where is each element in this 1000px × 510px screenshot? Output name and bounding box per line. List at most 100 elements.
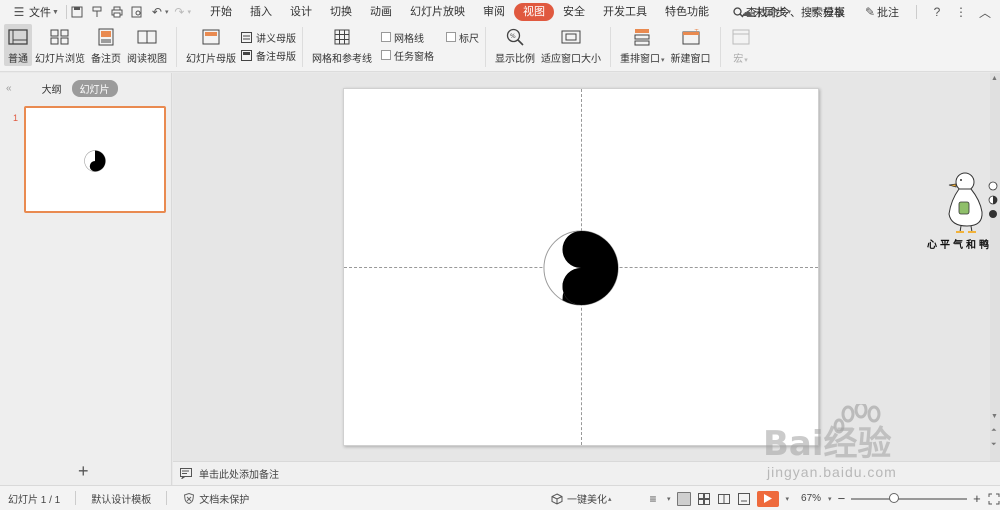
zoom-in-button[interactable]: + xyxy=(973,491,981,506)
sync-button[interactable]: ☁ 未同步 ▾ xyxy=(735,2,795,22)
share-button[interactable]: ⇱ 分享 xyxy=(805,2,849,22)
scroll-up-icon[interactable]: ▲ xyxy=(991,75,998,82)
tab-insert[interactable]: 插入 xyxy=(241,3,281,21)
macro-button[interactable]: 宏▾ xyxy=(727,24,755,66)
zoom-slider-knob[interactable] xyxy=(889,492,900,503)
chevron-down-icon[interactable]: ▾ xyxy=(828,495,832,503)
chevron-down-icon[interactable]: ▾ xyxy=(165,8,169,16)
comment-label: 批注 xyxy=(877,7,899,19)
notes-page-button[interactable]: 备注页 xyxy=(88,24,124,66)
grid-guides-button[interactable]: 网格和参考线 xyxy=(309,24,375,66)
fit-window-button[interactable]: 适应窗口大小 xyxy=(538,24,604,66)
task-pane-label: 任务窗格 xyxy=(394,51,434,63)
redo-icon[interactable]: ↷ xyxy=(172,5,186,19)
print-preview-icon[interactable] xyxy=(130,5,144,19)
baidu-brand-text: Bai经验 xyxy=(763,424,892,464)
play-icon xyxy=(763,494,772,503)
scroll-down-icon[interactable]: ▼ xyxy=(991,413,998,420)
macro-icon xyxy=(730,27,752,47)
show-options: 网格线 任务窗格 xyxy=(381,24,434,63)
vertical-scrollbar[interactable]: ▲ ▼ ⏶ ⏷ xyxy=(990,73,1000,461)
checkbox-icon xyxy=(381,50,391,60)
normal-view-icon xyxy=(7,27,29,47)
handout-master-button[interactable]: 讲义母版 xyxy=(239,30,296,45)
tab-review[interactable]: 审阅 xyxy=(474,3,514,21)
play-slideshow-button[interactable] xyxy=(756,490,779,507)
beautify-button[interactable]: 一键美化 ▴ xyxy=(550,486,612,510)
divider xyxy=(75,491,77,505)
more-icon[interactable]: ⋮ xyxy=(954,5,968,19)
zoom-slider[interactable] xyxy=(851,492,968,503)
task-pane-checkbox[interactable]: 任务窗格 xyxy=(381,48,434,63)
fit-slide-icon[interactable] xyxy=(987,492,1000,506)
reading-view-status-icon[interactable] xyxy=(717,492,731,506)
tab-transitions[interactable]: 切换 xyxy=(321,3,361,21)
print-icon[interactable] xyxy=(110,5,124,19)
slide-panel: « 大纲 幻灯片 1 + xyxy=(0,73,172,485)
tab-slideshow[interactable]: 幻灯片放映 xyxy=(401,3,474,21)
tab-slides[interactable]: 幻灯片 xyxy=(71,79,118,97)
slide-master-button[interactable]: 幻灯片母版 xyxy=(183,24,239,66)
notes-icon xyxy=(179,467,193,481)
fit-window-label: 适应窗口大小 xyxy=(541,54,601,65)
align-icon[interactable]: ≡ xyxy=(646,492,660,506)
normal-view-status-icon[interactable] xyxy=(676,491,691,506)
chevron-down-icon[interactable]: ▾ xyxy=(667,495,671,503)
collapse-ribbon-icon[interactable]: ︿ xyxy=(978,5,992,20)
tab-outline[interactable]: 大纲 xyxy=(42,81,62,96)
file-menu[interactable]: ☰ 文件 ▼ xyxy=(8,2,63,22)
divider xyxy=(65,5,67,19)
zoom-out-button[interactable]: − xyxy=(838,491,846,506)
beautify-label: 一键美化 xyxy=(567,495,607,506)
slide-browse-button[interactable]: 幻灯片浏览 xyxy=(32,24,88,66)
save-icon[interactable] xyxy=(70,5,84,19)
chevron-down-icon[interactable]: ▾ xyxy=(786,495,790,503)
arrange-window-button[interactable]: 重排窗口▾ xyxy=(617,24,668,66)
help-icon[interactable]: ? xyxy=(930,5,944,19)
slide-master-label: 幻灯片母版 xyxy=(186,54,236,65)
grid-guides-label: 网格和参考线 xyxy=(312,54,372,65)
divider xyxy=(485,27,486,67)
reading-view-button[interactable]: 阅读视图 xyxy=(124,24,170,66)
zoom-button[interactable]: % 显示比例 xyxy=(492,24,538,66)
svg-text:%: % xyxy=(510,33,516,40)
tab-animations[interactable]: 动画 xyxy=(361,3,401,21)
gridlines-checkbox[interactable]: 网格线 xyxy=(381,30,434,45)
handout-master-label: 讲义母版 xyxy=(256,33,296,45)
show-group: 网格和参考线 网格线 任务窗格 标尺 xyxy=(309,24,479,66)
ribbon-tabs: 开始 插入 设计 切换 动画 幻灯片放映 审阅 视图 安全 开发工具 特色功能 xyxy=(201,3,718,21)
ruler-label: 标尺 xyxy=(459,33,479,45)
divider xyxy=(719,27,721,67)
tab-developer[interactable]: 开发工具 xyxy=(594,3,656,21)
slide-canvas[interactable] xyxy=(343,88,819,446)
chevron-down-icon[interactable]: ▾ xyxy=(187,8,191,16)
normal-view-button[interactable]: 普通 xyxy=(4,24,32,66)
tab-design[interactable]: 设计 xyxy=(281,3,321,21)
next-slide-icon[interactable]: ⏷ xyxy=(991,441,997,449)
collapse-panel-icon[interactable]: « xyxy=(6,83,12,94)
chevron-down-icon: ▼ xyxy=(52,8,59,16)
notes-view-status-icon[interactable] xyxy=(737,492,751,506)
zoom-level[interactable]: 67% xyxy=(801,493,821,504)
format-painter-icon[interactable] xyxy=(90,5,104,19)
file-menu-label: 文件 xyxy=(29,7,51,19)
prev-slide-icon[interactable]: ⏶ xyxy=(991,427,997,435)
tab-view[interactable]: 视图 xyxy=(513,3,554,21)
add-slide-button[interactable]: + xyxy=(78,461,89,482)
divider xyxy=(916,5,917,19)
divider xyxy=(610,27,611,67)
tab-home[interactable]: 开始 xyxy=(201,3,241,21)
tab-features[interactable]: 特色功能 xyxy=(656,3,718,21)
new-window-label: 新建窗口 xyxy=(670,54,711,65)
undo-icon[interactable]: ↶ xyxy=(150,5,164,19)
ruler-checkbox[interactable]: 标尺 xyxy=(446,30,479,45)
notes-master-button[interactable]: 备注母版 xyxy=(239,48,296,63)
slide-sorter-status-icon[interactable] xyxy=(697,492,711,506)
protect-status[interactable]: 文档未保护 xyxy=(182,491,249,506)
new-window-button[interactable]: + 新建窗口 xyxy=(668,24,714,66)
handout-master-icon xyxy=(239,30,253,44)
yin-yang-shape[interactable] xyxy=(542,229,620,307)
tab-security[interactable]: 安全 xyxy=(554,3,594,21)
slide-thumbnail[interactable] xyxy=(24,106,166,213)
comment-button[interactable]: ✎ 批注 xyxy=(859,2,903,22)
